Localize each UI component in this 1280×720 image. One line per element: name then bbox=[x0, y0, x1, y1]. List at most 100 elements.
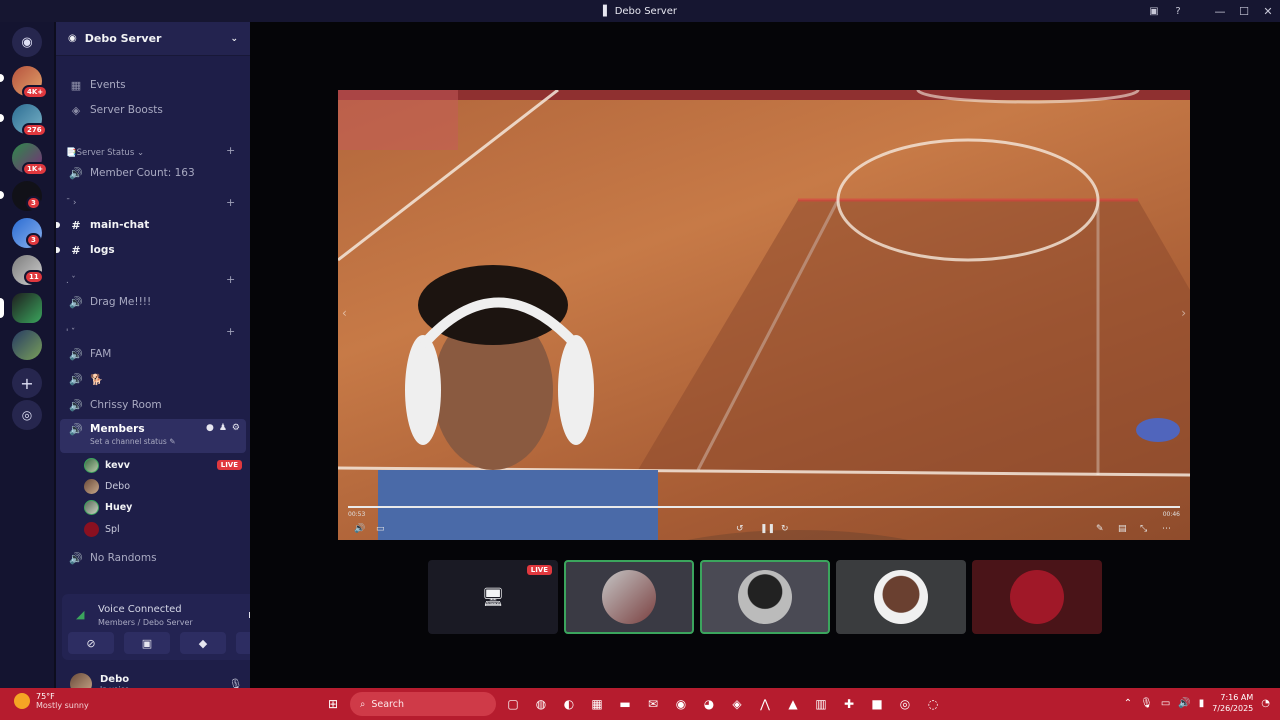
channel-main-chat[interactable]: # main-chat bbox=[60, 214, 246, 236]
speaker-icon: 🔊 bbox=[69, 423, 83, 436]
weather-widget[interactable]: 75°F Mostly sunny bbox=[14, 692, 89, 710]
server-boosts-item[interactable]: ◈ Server Boosts bbox=[60, 99, 246, 121]
server-icon-selected[interactable] bbox=[12, 293, 42, 323]
app-icon[interactable]: ◌ bbox=[922, 693, 944, 715]
app-icon[interactable]: ▥ bbox=[810, 693, 832, 715]
voice-member[interactable]: Debo bbox=[84, 476, 130, 496]
search-box[interactable]: ⌕ Search bbox=[350, 692, 496, 716]
chevron-up-icon[interactable]: ⌃ bbox=[1124, 698, 1132, 709]
rewind-icon[interactable]: ↺ bbox=[736, 524, 744, 534]
live-badge: LIVE bbox=[526, 565, 552, 575]
chevron-down-icon: ⌄ bbox=[230, 33, 238, 44]
windows-start-icon[interactable]: ⊞ bbox=[322, 693, 344, 715]
voice-channel-link[interactable]: Members / Debo Server bbox=[98, 618, 193, 627]
participant-tile[interactable] bbox=[836, 560, 966, 634]
avatar bbox=[84, 478, 99, 494]
add-channel-icon[interactable]: + bbox=[226, 325, 235, 338]
channel-no-randoms[interactable]: 🔊 No Randoms bbox=[60, 547, 246, 569]
volume-icon[interactable]: 🔊 bbox=[354, 524, 365, 534]
display-icon[interactable]: ▭ bbox=[1161, 698, 1170, 709]
avatar bbox=[84, 521, 99, 537]
camera-off-button[interactable]: ⊘ bbox=[68, 632, 114, 654]
clock[interactable]: 7:16 AM 7/26/2025 bbox=[1212, 692, 1253, 714]
channel-member-count[interactable]: 🔊 Member Count: 163 bbox=[60, 162, 246, 184]
signal-icon[interactable]: ◢ bbox=[76, 608, 84, 621]
server-header[interactable]: ◉ Debo Server ⌄ bbox=[56, 22, 250, 56]
chat-icon[interactable]: ● bbox=[206, 423, 214, 433]
invite-icon[interactable]: ♟ bbox=[219, 423, 227, 433]
add-channel-icon[interactable]: + bbox=[226, 196, 235, 209]
category-4[interactable]: ' ˇ bbox=[66, 328, 75, 338]
folder-icon[interactable]: ▬ bbox=[614, 693, 636, 715]
voice-member[interactable]: kevv LIVE bbox=[84, 455, 242, 475]
maximize-button[interactable]: ☐ bbox=[1232, 0, 1256, 22]
inbox-icon[interactable]: ▣ bbox=[1142, 0, 1166, 22]
monitor-icon: 🖥 bbox=[481, 586, 505, 608]
server-rail: ◉ 4K+ 276 1K+ 3 3 11 + ◎ bbox=[0, 22, 54, 688]
add-channel-icon[interactable]: + bbox=[226, 273, 235, 286]
app-icon[interactable]: ◈ bbox=[726, 693, 748, 715]
more-icon[interactable]: ⋯ bbox=[1162, 524, 1171, 534]
screen-share-button[interactable]: ▣ bbox=[124, 632, 170, 654]
stream-video[interactable]: ‹ › 00:53 00:46 🔊 ▭ ↺ ❚❚ ↻ ✎ ▤ ⤡ ⋯ bbox=[338, 90, 1190, 540]
pause-icon[interactable]: ❚❚ bbox=[760, 524, 775, 534]
forward-icon[interactable]: ↻ bbox=[781, 524, 789, 534]
events-item[interactable]: ▦ Events bbox=[60, 74, 246, 96]
seek-bar[interactable] bbox=[348, 506, 1180, 508]
title-bar: ▌ Debo Server ▣ ? — ☐ ✕ bbox=[0, 0, 1280, 22]
chrome-icon[interactable]: ◉ bbox=[670, 693, 692, 715]
microphone-icon[interactable]: 🎙 bbox=[1140, 698, 1153, 709]
edge-icon[interactable]: ◐ bbox=[558, 693, 580, 715]
battery-icon[interactable]: ▮ bbox=[1199, 698, 1205, 709]
discord-home-icon[interactable]: ◉ bbox=[12, 27, 42, 57]
chevron-right-icon[interactable]: › bbox=[1181, 306, 1186, 320]
taskbar: 75°F Mostly sunny ⊞ ⌕ Search ▢ ◍ ◐ ▦ ▬ ✉… bbox=[0, 688, 1280, 720]
gear-icon[interactable]: ⚙ bbox=[232, 423, 240, 433]
participant-tile[interactable] bbox=[564, 560, 694, 634]
app-icon[interactable]: ◎ bbox=[894, 693, 916, 715]
participant-tile[interactable] bbox=[972, 560, 1102, 634]
fullscreen-icon[interactable]: ⤡ bbox=[1140, 524, 1147, 534]
channel-members-active[interactable]: 🔊 Members Set a channel status ✎ ● ♟ ⚙ bbox=[60, 419, 246, 453]
store-icon[interactable]: ▦ bbox=[586, 693, 608, 715]
voice-member[interactable]: Spl bbox=[84, 519, 120, 539]
notification-icon[interactable]: ◔ bbox=[1261, 698, 1270, 709]
app-icon[interactable]: ⋀ bbox=[754, 693, 776, 715]
activity-button[interactable]: ◆ bbox=[180, 632, 226, 654]
channel-drag-me[interactable]: 🔊 Drag Me!!!! bbox=[60, 291, 246, 313]
captions-icon[interactable]: ▭ bbox=[376, 524, 385, 534]
participant-tile[interactable] bbox=[700, 560, 830, 634]
app-icon[interactable]: ■ bbox=[866, 693, 888, 715]
stream-tile[interactable]: LIVE 🖥 bbox=[428, 560, 558, 634]
volume-icon[interactable]: 🔊 bbox=[1178, 698, 1190, 709]
server-icon-8[interactable] bbox=[12, 330, 42, 360]
add-channel-icon[interactable]: + bbox=[226, 144, 235, 157]
app-icon[interactable]: ▲ bbox=[782, 693, 804, 715]
discord-icon[interactable]: ◕ bbox=[698, 693, 720, 715]
chevron-left-icon[interactable]: ‹ bbox=[342, 306, 347, 320]
minimize-button[interactable]: — bbox=[1208, 0, 1232, 22]
pencil-icon[interactable]: ✎ bbox=[1096, 524, 1104, 534]
channel-chrissy-room[interactable]: 🔊 Chrissy Room bbox=[60, 394, 246, 416]
discover-icon[interactable]: ◎ bbox=[12, 400, 42, 430]
category-2[interactable]: ˉ › bbox=[66, 198, 76, 208]
category-server-status[interactable]: 📑Server Status ⌄ bbox=[66, 148, 144, 158]
add-server-icon[interactable]: + bbox=[12, 368, 42, 398]
outlook-icon[interactable]: ✉ bbox=[642, 693, 664, 715]
system-tray: ⌃ 🎙 ▭ 🔊 ▮ 7:16 AM 7/26/2025 ◔ bbox=[1124, 692, 1270, 714]
theater-icon[interactable]: ▤ bbox=[1118, 524, 1127, 534]
close-button[interactable]: ✕ bbox=[1256, 0, 1280, 22]
task-view-icon[interactable]: ▢ bbox=[502, 693, 524, 715]
channel-logs[interactable]: # logs bbox=[60, 239, 246, 261]
category-3[interactable]: . ˇ bbox=[66, 276, 76, 286]
voice-member[interactable]: Huey bbox=[84, 497, 132, 517]
help-icon[interactable]: ? bbox=[1166, 0, 1190, 22]
channel-fam[interactable]: 🔊 FAM bbox=[60, 343, 246, 365]
channel-status[interactable]: Set a channel status ✎ bbox=[90, 437, 175, 446]
headphone-right bbox=[558, 335, 594, 445]
steam-icon[interactable]: ◍ bbox=[530, 693, 552, 715]
app-icon[interactable]: ✚ bbox=[838, 693, 860, 715]
channel-dog[interactable]: 🔊 🐕 bbox=[60, 368, 246, 390]
window-title: ▌ Debo Server bbox=[603, 5, 677, 17]
